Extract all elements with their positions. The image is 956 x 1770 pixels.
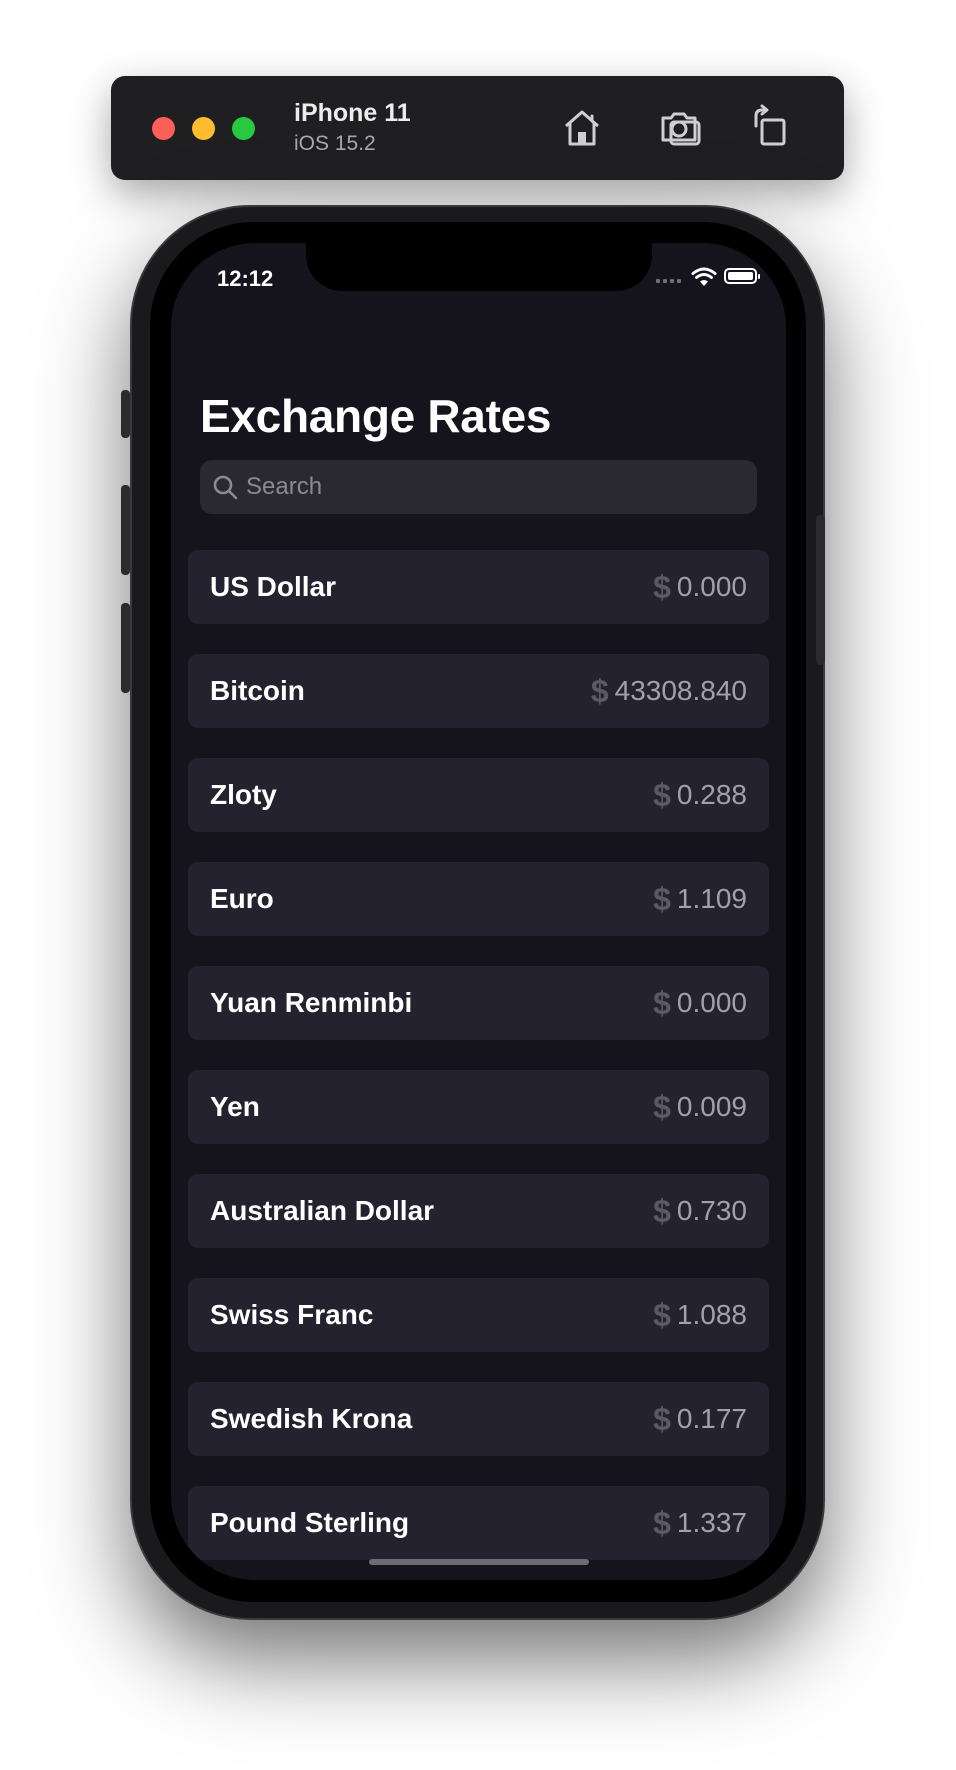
home-indicator[interactable] bbox=[369, 1559, 589, 1565]
dollar-sign-icon: $ bbox=[653, 984, 671, 1021]
currency-name: Swiss Franc bbox=[210, 1299, 374, 1330]
currency-name: Zloty bbox=[210, 779, 277, 810]
power-button bbox=[816, 515, 825, 665]
rate-value-group: $43308.840 bbox=[591, 673, 747, 710]
rate-value: 0.177 bbox=[676, 1403, 747, 1434]
os-version: iOS 15.2 bbox=[294, 132, 376, 155]
notch bbox=[306, 243, 652, 291]
rate-value-group: $0.000 bbox=[653, 569, 747, 606]
battery-icon bbox=[724, 268, 760, 284]
currency-name: Yen bbox=[210, 1091, 260, 1122]
currency-name: Yuan Renminbi bbox=[210, 987, 413, 1018]
dollar-sign-icon: $ bbox=[653, 1192, 671, 1229]
screenshot-button[interactable] bbox=[657, 104, 705, 152]
rate-row[interactable]: Yuan Renminbi $0.000 bbox=[188, 966, 769, 1040]
dollar-sign-icon: $ bbox=[653, 1504, 671, 1541]
dollar-sign-icon: $ bbox=[653, 776, 671, 813]
rate-value-group: $1.337 bbox=[653, 1505, 747, 1542]
rate-value-group: $0.000 bbox=[653, 985, 747, 1022]
rate-row[interactable]: Australian Dollar $0.730 bbox=[188, 1174, 769, 1248]
screenshot-icon bbox=[661, 112, 701, 146]
dollar-sign-icon: $ bbox=[653, 1088, 671, 1125]
rotate-button[interactable] bbox=[746, 104, 794, 152]
rate-value: 1.109 bbox=[676, 883, 747, 914]
close-window-button[interactable] bbox=[152, 117, 175, 140]
rate-value-group: $0.288 bbox=[653, 777, 747, 814]
status-time: 12:12 bbox=[217, 266, 274, 291]
rate-value-group: $0.009 bbox=[653, 1089, 747, 1126]
rate-value-group: $0.730 bbox=[653, 1193, 747, 1230]
rate-value: 0.288 bbox=[676, 779, 747, 810]
dollar-sign-icon: $ bbox=[653, 880, 671, 917]
volume-down-button bbox=[121, 603, 130, 693]
search-field[interactable] bbox=[200, 460, 757, 514]
rate-value: 1.337 bbox=[676, 1507, 747, 1538]
wifi-icon bbox=[691, 267, 717, 286]
currency-name: US Dollar bbox=[210, 571, 337, 602]
rate-value-group: $1.088 bbox=[653, 1297, 747, 1334]
page-title: Exchange Rates bbox=[200, 390, 552, 442]
rate-row[interactable]: Zloty $0.288 bbox=[188, 758, 769, 832]
rate-value: 1.088 bbox=[676, 1299, 747, 1330]
dollar-sign-icon: $ bbox=[653, 1296, 671, 1333]
rate-value: 0.730 bbox=[676, 1195, 747, 1226]
currency-name: Bitcoin bbox=[210, 675, 305, 706]
rotate-icon bbox=[754, 104, 786, 146]
rate-value: 0.000 bbox=[676, 571, 747, 602]
zoom-window-button[interactable] bbox=[232, 117, 255, 140]
rate-value: 43308.840 bbox=[614, 675, 747, 706]
mute-switch bbox=[121, 390, 130, 438]
magnifying-glass-icon bbox=[213, 475, 238, 500]
volume-up-button bbox=[121, 485, 130, 575]
device-name: iPhone 11 bbox=[294, 99, 411, 127]
rate-value-group: $1.109 bbox=[653, 881, 747, 918]
rate-row[interactable]: US Dollar $0.000 bbox=[188, 550, 769, 624]
rate-row[interactable]: Swedish Krona $0.177 bbox=[188, 1382, 769, 1456]
minimize-window-button[interactable] bbox=[192, 117, 215, 140]
rate-row[interactable]: Yen $0.009 bbox=[188, 1070, 769, 1144]
rate-row[interactable]: Swiss Franc $1.088 bbox=[188, 1278, 769, 1352]
currency-name: Swedish Krona bbox=[210, 1403, 413, 1434]
currency-name: Euro bbox=[210, 883, 274, 914]
search-input[interactable] bbox=[246, 473, 757, 501]
cellular-signal-icon bbox=[656, 279, 681, 283]
dollar-sign-icon: $ bbox=[653, 1400, 671, 1437]
home-button[interactable] bbox=[558, 104, 606, 152]
currency-name: Australian Dollar bbox=[210, 1195, 435, 1226]
rate-row[interactable]: Pound Sterling $1.337 bbox=[188, 1486, 769, 1560]
simulator-title-bar: iPhone 11 iOS 15.2 bbox=[111, 76, 844, 180]
dollar-sign-icon: $ bbox=[590, 672, 609, 709]
rate-value: 0.009 bbox=[676, 1091, 747, 1122]
exchange-rate-list: US Dollar $0.000 Bitcoin $43308.840 Zloty $0.… bbox=[188, 550, 769, 1580]
rate-row[interactable]: Bitcoin $43308.840 bbox=[188, 654, 769, 728]
rate-value-group: $0.177 bbox=[653, 1401, 747, 1438]
dollar-sign-icon: $ bbox=[653, 568, 671, 605]
home-icon bbox=[565, 110, 599, 146]
currency-name: Pound Sterling bbox=[210, 1507, 410, 1538]
rate-row[interactable]: Euro $1.109 bbox=[188, 862, 769, 936]
rate-value: 0.000 bbox=[676, 987, 747, 1018]
phone-screen: 12:12 Exchange Rates US Dollar $0.000 Bitc… bbox=[171, 243, 786, 1580]
